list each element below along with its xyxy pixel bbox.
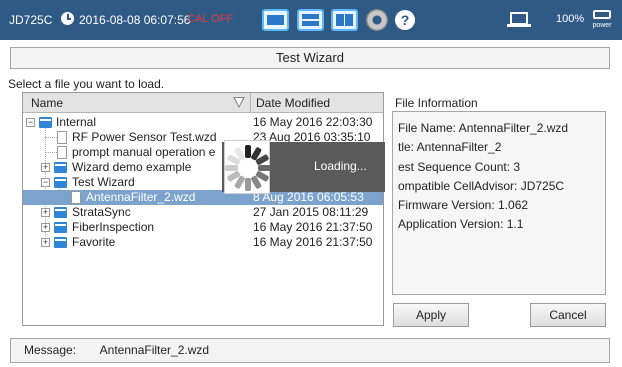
status-bar: JD725C 2016-08-08 06:07:56 CAL OFF ? 100… bbox=[0, 0, 622, 40]
clock-icon bbox=[61, 12, 74, 25]
device-model: JD725C bbox=[9, 13, 53, 27]
column-header-date[interactable]: Date Modified bbox=[251, 93, 383, 113]
folder-icon bbox=[54, 177, 67, 188]
power-label: power bbox=[592, 22, 612, 29]
battery-level: 100% bbox=[556, 13, 585, 25]
layout-single-icon[interactable] bbox=[262, 9, 289, 31]
help-icon[interactable]: ? bbox=[395, 10, 415, 30]
tree-row[interactable]: + StrataSync 27 Jan 2015 08:11:29 bbox=[23, 205, 383, 220]
gear-icon[interactable] bbox=[366, 9, 388, 31]
tree-row[interactable]: + FiberInspection 16 May 2016 21:37:50 bbox=[23, 220, 383, 235]
layout-split-horizontal-icon[interactable] bbox=[297, 9, 324, 31]
row-date: 16 May 2016 21:37:50 bbox=[253, 235, 373, 249]
laptop-icon[interactable] bbox=[507, 12, 531, 27]
info-compatible-device: ompatible CellAdvisor: JD725C bbox=[398, 178, 565, 193]
info-firmware-version: Firmware Version: 1.062 bbox=[398, 198, 529, 213]
sort-indicator-icon bbox=[233, 97, 245, 108]
column-header-name[interactable]: Name bbox=[23, 93, 251, 113]
row-name: Internal bbox=[56, 115, 97, 129]
row-name: AntennaFilter_2.wzd bbox=[86, 190, 196, 204]
folder-icon bbox=[54, 222, 67, 233]
file-icon bbox=[57, 146, 67, 159]
folder-icon bbox=[54, 207, 67, 218]
instruction-text: Select a file you want to load. bbox=[8, 77, 165, 91]
info-title: tle: AntennaFilter_2 bbox=[398, 140, 502, 155]
row-name: Favorite bbox=[72, 235, 116, 249]
file-icon bbox=[71, 191, 81, 204]
layout-split-vertical-icon[interactable] bbox=[331, 9, 358, 31]
column-header-name-label: Name bbox=[31, 96, 64, 110]
spinner-icon bbox=[224, 140, 271, 194]
tree-row[interactable]: − Internal 16 May 2016 22:03:30 bbox=[23, 115, 383, 130]
folder-icon bbox=[54, 162, 67, 173]
file-list[interactable]: Name Date Modified − Internal 16 May 201… bbox=[22, 92, 384, 326]
apply-button[interactable]: Apply bbox=[393, 303, 469, 327]
file-info-title: File Information bbox=[395, 96, 478, 110]
tree-row[interactable]: + Favorite 16 May 2016 21:37:50 bbox=[23, 235, 383, 250]
tree-row-selected[interactable]: AntennaFilter_2.wzd 8 Aug 2016 06:05:53 bbox=[23, 190, 383, 205]
dialog-title: Test Wizard bbox=[10, 47, 610, 69]
row-date: 27 Jan 2015 08:11:29 bbox=[253, 205, 369, 219]
folder-icon bbox=[39, 117, 52, 128]
info-sequence-count: est Sequence Count: 3 bbox=[398, 159, 521, 174]
expand-icon[interactable]: + bbox=[41, 163, 50, 172]
message-value: AntennaFilter_2.wzd bbox=[99, 343, 210, 357]
row-name: RF Power Sensor Test.wzd bbox=[72, 130, 217, 144]
info-application-version: Application Version: 1.1 bbox=[398, 217, 524, 232]
message-bar: Message: AntennaFilter_2.wzd bbox=[10, 338, 610, 363]
file-info-panel: File Name: AntennaFilter_2.wzd tle: Ante… bbox=[392, 111, 606, 295]
message-label: Message: bbox=[24, 343, 77, 357]
row-name: Wizard demo example bbox=[72, 160, 192, 174]
row-name: Test Wizard bbox=[72, 175, 135, 189]
cancel-button[interactable]: Cancel bbox=[530, 303, 606, 327]
info-file-name: File Name: AntennaFilter_2.wzd bbox=[398, 121, 569, 135]
power-icon[interactable]: power bbox=[590, 8, 614, 32]
row-name: prompt manual operation e bbox=[72, 145, 216, 159]
file-icon bbox=[57, 131, 67, 144]
expand-icon[interactable]: + bbox=[41, 223, 50, 232]
folder-icon bbox=[54, 237, 67, 248]
row-date: 16 May 2016 22:03:30 bbox=[253, 115, 373, 129]
row-name: StrataSync bbox=[72, 205, 131, 219]
expand-icon[interactable]: + bbox=[41, 208, 50, 217]
row-name: FiberInspection bbox=[72, 220, 155, 234]
expand-icon[interactable]: + bbox=[41, 238, 50, 247]
row-date: 16 May 2016 21:37:50 bbox=[253, 220, 373, 234]
cal-status: CAL OFF bbox=[187, 13, 234, 25]
collapse-icon[interactable]: − bbox=[41, 178, 50, 187]
date-time: 2016-08-08 06:07:56 bbox=[79, 13, 191, 27]
loading-text: Loading... bbox=[314, 159, 367, 173]
collapse-icon[interactable]: − bbox=[26, 118, 35, 127]
